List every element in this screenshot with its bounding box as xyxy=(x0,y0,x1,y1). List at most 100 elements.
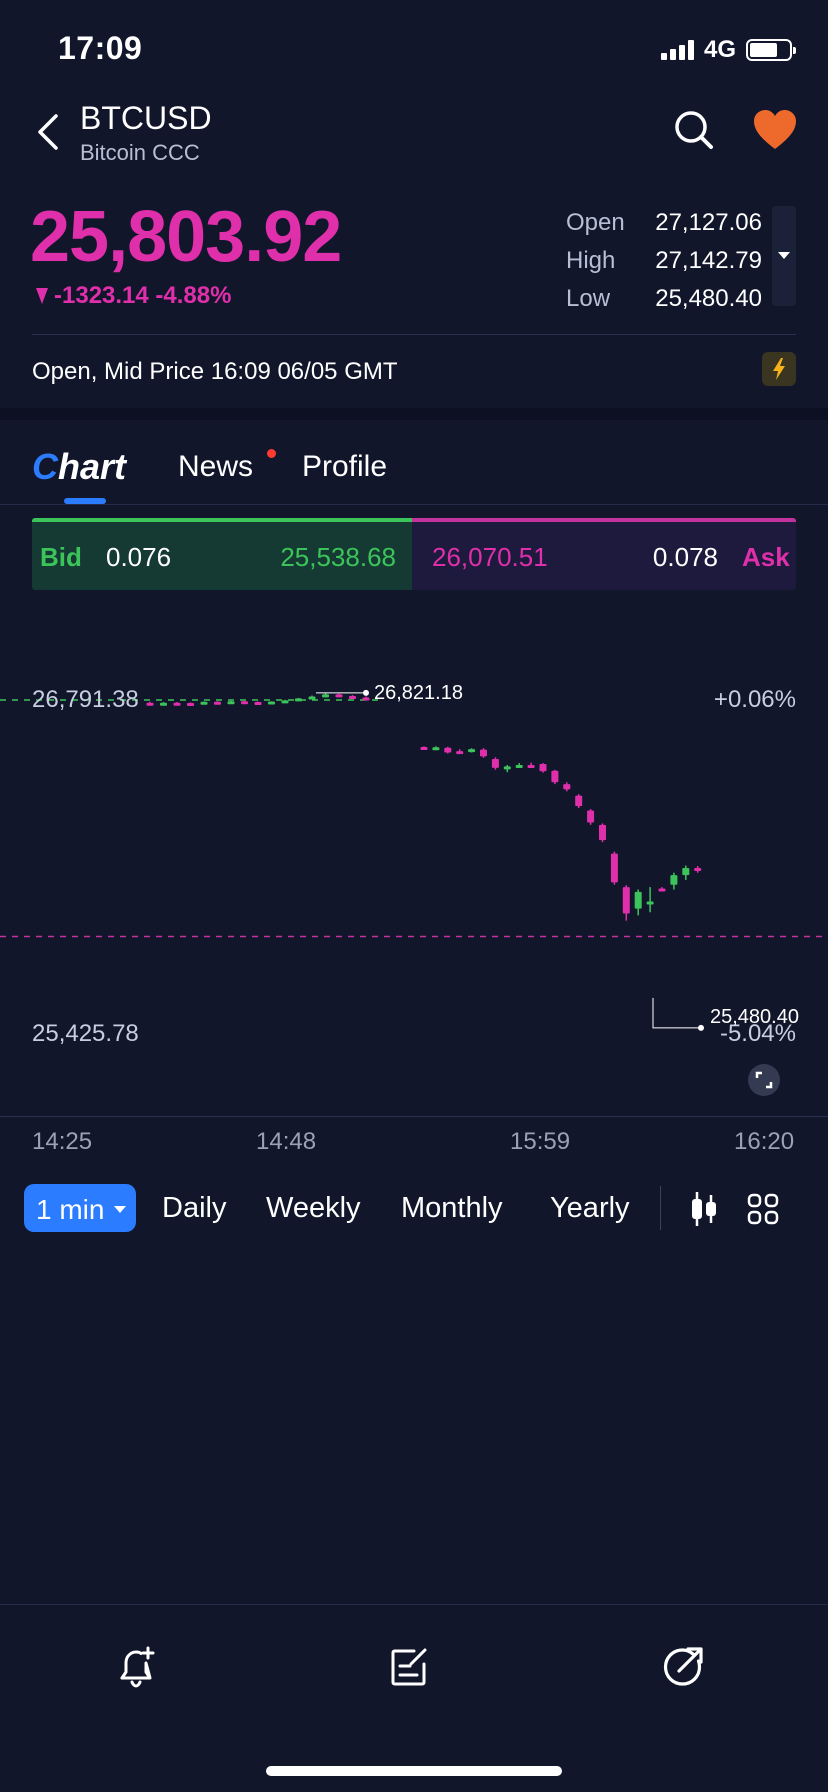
high-marker-label: 26,821.18 xyxy=(374,682,463,704)
lightning-icon xyxy=(773,358,785,380)
tab-chart-initial: C xyxy=(32,446,58,487)
candle-body xyxy=(349,696,356,700)
y-axis-top-label: 26,791.38 xyxy=(32,686,139,713)
home-indicator xyxy=(266,1766,562,1776)
candle-body xyxy=(634,891,642,909)
heart-icon xyxy=(754,110,796,149)
high-marker-dot xyxy=(363,689,369,696)
divider xyxy=(32,334,796,335)
candle-body xyxy=(444,747,452,753)
share-button[interactable] xyxy=(660,1644,706,1690)
open-value: 27,127.06 xyxy=(655,209,762,236)
bid-price: 25,538.68 xyxy=(280,542,396,572)
low-marker-line xyxy=(652,997,700,1029)
bell-plus-icon xyxy=(120,1646,155,1688)
x-tick-label: 14:48 xyxy=(256,1128,317,1155)
grid-icon xyxy=(747,1193,779,1225)
candle-body xyxy=(268,701,275,705)
candle-body xyxy=(575,795,583,807)
candle-body xyxy=(599,824,606,841)
candle-body xyxy=(646,901,654,905)
candle-body xyxy=(146,702,154,706)
period-yearly[interactable]: Yearly xyxy=(550,1192,630,1225)
candle-body xyxy=(362,697,370,701)
ohl-panel: Open 27,127.06 High 27,142.79 Low 25,480.40 xyxy=(566,204,762,318)
share-arrow-icon xyxy=(663,1647,703,1686)
price-alert-button[interactable] xyxy=(114,1644,160,1690)
signal-icon xyxy=(660,40,694,60)
period-monthly[interactable]: Monthly xyxy=(401,1192,503,1225)
search-icon xyxy=(675,111,713,149)
y-axis-bottom-label: 25,425.78 xyxy=(32,1020,139,1047)
candle-body xyxy=(670,875,678,885)
candle-body xyxy=(254,702,262,706)
candle-body xyxy=(200,701,208,705)
candle-body xyxy=(281,700,289,704)
divider xyxy=(0,1116,828,1117)
low-marker-dot xyxy=(698,1024,704,1031)
last-price: 25,803.92 xyxy=(30,197,342,277)
ask-label: Ask xyxy=(742,542,790,572)
candle-body xyxy=(295,698,302,702)
high-label: High xyxy=(566,247,616,274)
candle-body xyxy=(658,888,666,892)
divider xyxy=(0,1604,828,1605)
tab-profile[interactable]: Profile xyxy=(302,450,387,484)
search-button[interactable] xyxy=(672,108,716,152)
expand-icon xyxy=(755,1071,773,1089)
candle-body xyxy=(214,701,221,705)
candle-body xyxy=(456,751,464,755)
layout-button[interactable] xyxy=(746,1192,780,1226)
flash-button[interactable] xyxy=(762,352,796,386)
period-weekly[interactable]: Weekly xyxy=(266,1192,361,1225)
triangle-down-icon xyxy=(36,288,48,304)
price-change: -1323.14 -4.88% xyxy=(34,282,231,310)
tab-chart[interactable]: Chart xyxy=(32,446,126,488)
note-edit-icon xyxy=(391,1648,427,1686)
network-label: 4G xyxy=(703,36,736,63)
candle-body xyxy=(308,696,316,700)
favorite-button[interactable] xyxy=(752,108,798,152)
candle-body xyxy=(322,694,329,698)
note-button[interactable] xyxy=(386,1644,432,1690)
candle-body xyxy=(551,770,559,783)
candle-body xyxy=(515,764,523,768)
candle-body xyxy=(420,747,428,751)
candle-body xyxy=(610,853,618,883)
candle-body xyxy=(587,810,595,823)
candle-body xyxy=(539,764,547,772)
candlestick-icon xyxy=(692,1192,716,1226)
expand-chart-button[interactable] xyxy=(748,1064,780,1096)
candle-body xyxy=(241,701,248,705)
ask-spread: 0.078 xyxy=(652,542,718,572)
market-status: Open, Mid Price 16:09 06/05 GMT xyxy=(32,358,398,385)
price-change-text: -1323.14 -4.88% xyxy=(54,282,232,309)
candle-body xyxy=(682,867,690,876)
chart-type-button[interactable] xyxy=(688,1190,720,1228)
tab-news[interactable]: News xyxy=(178,450,253,484)
candle-body xyxy=(491,758,499,768)
notification-dot xyxy=(267,449,276,458)
candle-body xyxy=(527,764,535,768)
section-separator xyxy=(0,408,828,420)
bid-spread: 0.076 xyxy=(106,542,172,572)
low-value: 25,480.40 xyxy=(655,285,762,312)
low-label: Low xyxy=(566,285,611,312)
x-tick-label: 16:20 xyxy=(734,1128,795,1155)
open-label: Open xyxy=(566,209,625,236)
back-button[interactable] xyxy=(30,108,70,156)
symbol-title: BTCUSD xyxy=(80,100,212,136)
candle-body xyxy=(480,749,487,757)
candle-body xyxy=(227,701,235,705)
battery-icon xyxy=(746,39,796,61)
status-indicators: 4G xyxy=(660,36,796,64)
ohl-expand-toggle[interactable] xyxy=(772,206,796,306)
caret-down-icon xyxy=(114,1206,126,1213)
candle-body xyxy=(563,784,571,790)
high-value: 27,142.79 xyxy=(655,247,762,274)
low-marker-label: 25,480.40 xyxy=(710,1006,799,1028)
tab-chart-label: hart xyxy=(58,446,127,487)
period-daily[interactable]: Daily xyxy=(162,1192,226,1225)
candle-body xyxy=(432,747,440,751)
period-1min-label: 1 min xyxy=(36,1194,105,1225)
